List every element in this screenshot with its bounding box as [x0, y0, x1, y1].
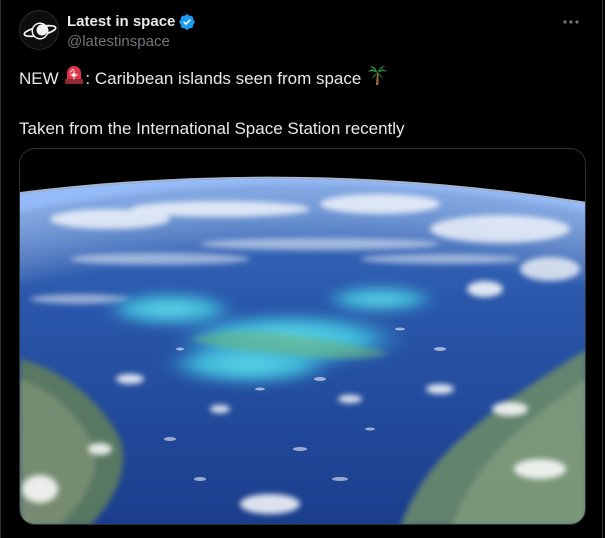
palm-tree-icon [366, 64, 388, 93]
post-text-line-1: NEW : Caribbean islands seen from space [19, 64, 584, 93]
post-text-line-2: Taken from the International Space Stati… [19, 119, 405, 138]
post-card[interactable]: Latest in space @latestinspace NEW: Car… [0, 0, 603, 538]
earth-photo-image [20, 149, 585, 524]
display-name[interactable]: Latest in space [67, 12, 175, 32]
saturn-logo-icon [21, 12, 58, 49]
rotating-light-icon [63, 64, 85, 93]
post-header: Latest in space @latestinspace [19, 10, 588, 52]
handle[interactable]: @latestinspace [67, 32, 196, 52]
post-text-prefix: NEW [19, 68, 64, 88]
avatar[interactable] [19, 10, 59, 50]
display-name-row: Latest in space [67, 12, 196, 32]
verified-badge-icon [178, 13, 196, 31]
account-names: Latest in space @latestinspace [67, 12, 196, 52]
more-options-icon[interactable] [560, 12, 582, 32]
earth-photo[interactable] [19, 148, 586, 525]
post-text-main: : Caribbean islands seen from space [85, 68, 367, 88]
post-text: NEW : Caribbean islands seen from space [19, 64, 584, 141]
